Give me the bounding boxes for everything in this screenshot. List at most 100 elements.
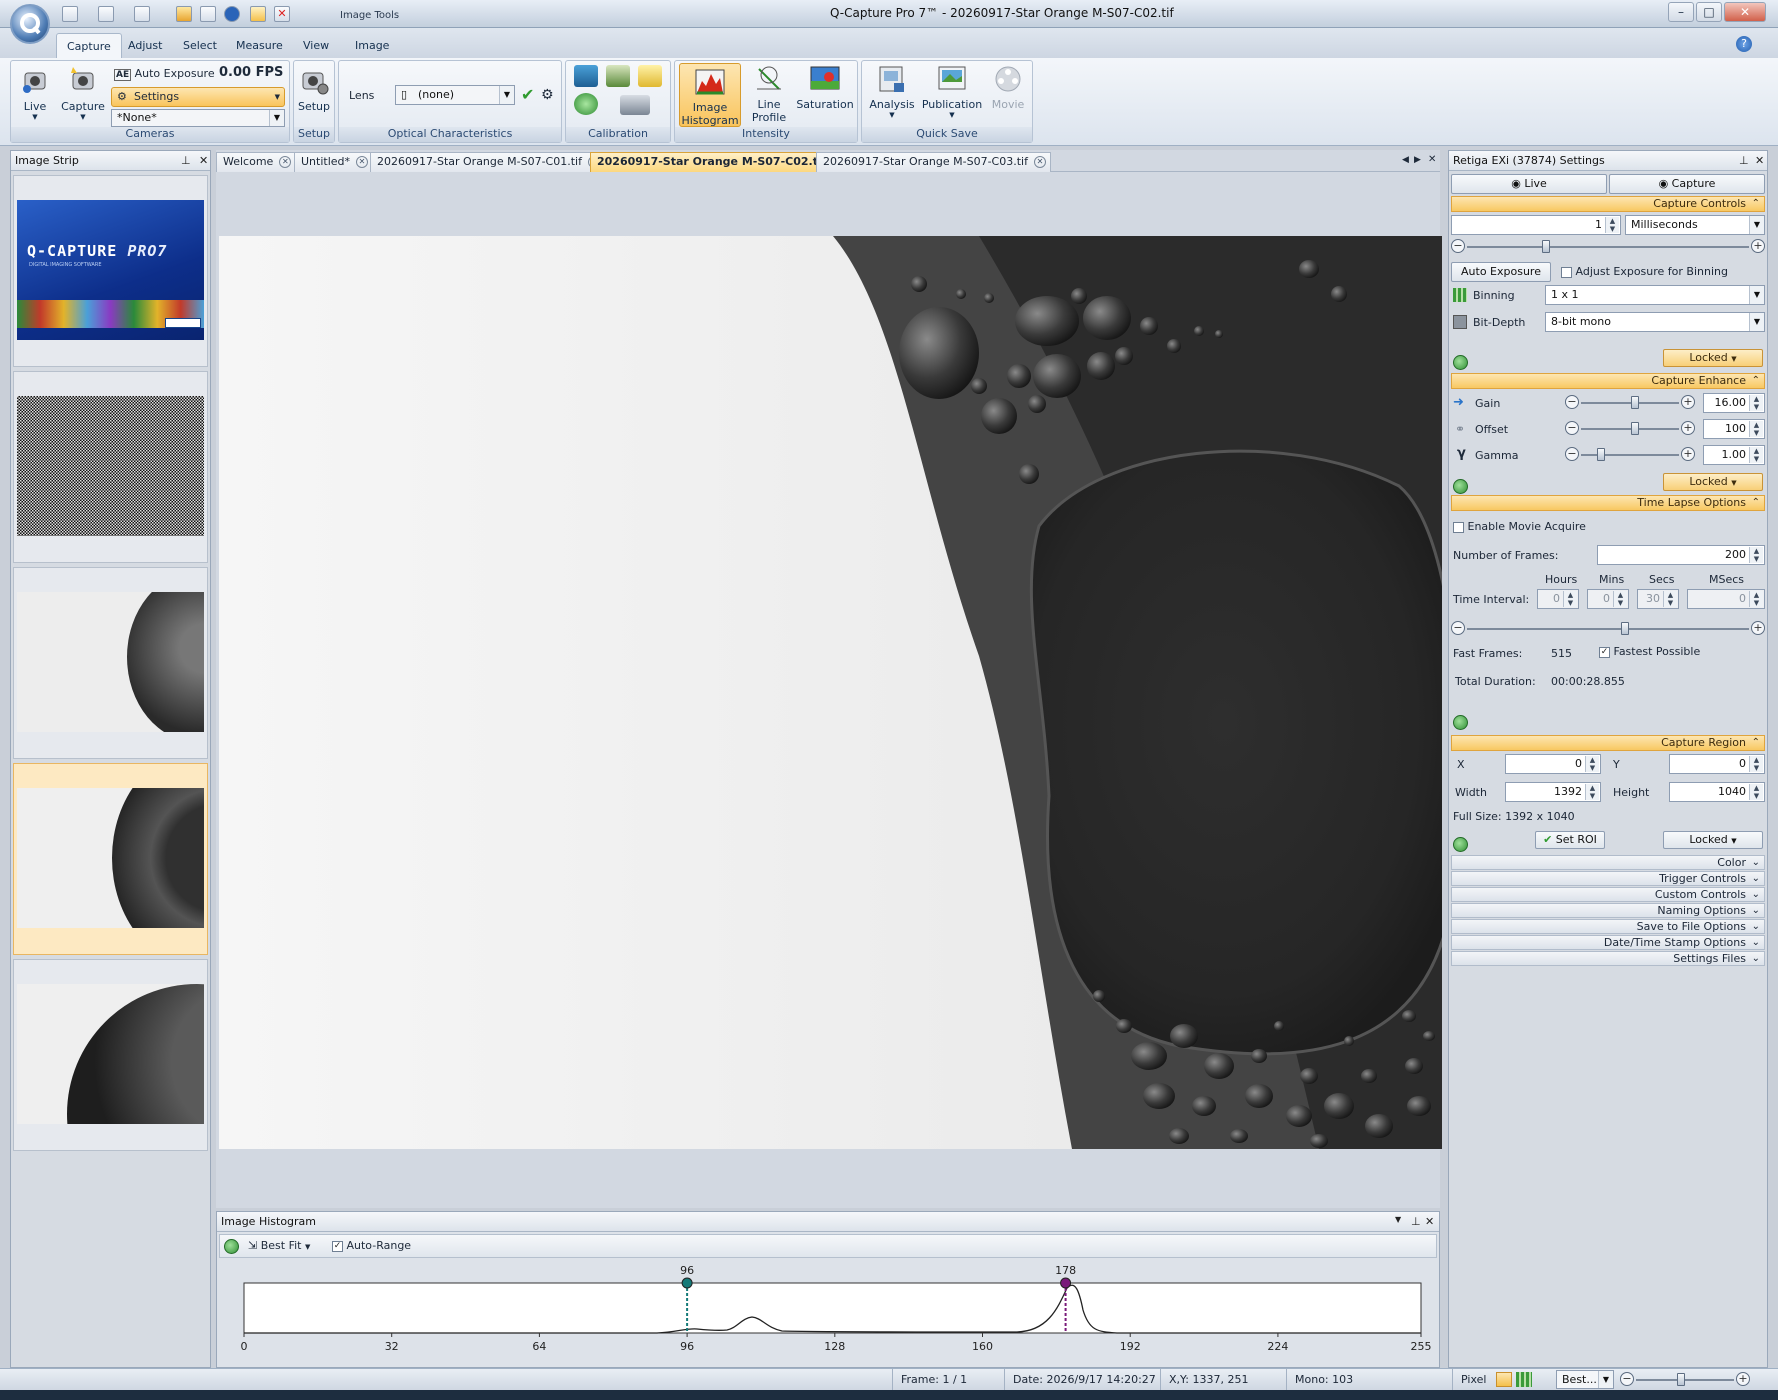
close-icon[interactable]: ✕: [356, 156, 369, 168]
minimize-button[interactable]: –: [1668, 2, 1694, 22]
histogram-low-marker-handle[interactable]: [681, 1277, 693, 1289]
gain-slider[interactable]: − +: [1565, 395, 1695, 411]
close-icon[interactable]: ✕: [199, 154, 208, 167]
settings-button[interactable]: ⚙ Settings ▼: [111, 87, 285, 107]
delete-icon[interactable]: ✕: [274, 6, 290, 22]
pointer-icon[interactable]: [250, 6, 266, 22]
help-icon[interactable]: ?: [1736, 36, 1752, 52]
fastest-option[interactable]: ✓ Fastest Possible: [1599, 645, 1700, 658]
adjust-binning-checkbox[interactable]: [1561, 266, 1572, 278]
height-input[interactable]: 1040 ▲ ▼: [1669, 782, 1765, 802]
setup-button[interactable]: Setup: [296, 65, 332, 113]
thumbnail-splash[interactable]: Q-CAPTURE PRO7 DIGITAL IMAGING SOFTWARE: [13, 175, 208, 367]
thumbnail-micrograph-2[interactable]: [13, 763, 208, 955]
publication-button[interactable]: Publication ▼: [920, 63, 984, 119]
bitdepth-dropdown[interactable]: 8-bit mono ▼: [1545, 312, 1765, 332]
binning-dropdown[interactable]: 1 x 1 ▼: [1545, 285, 1765, 305]
capture-region-header[interactable]: Capture Region ⌃: [1451, 735, 1765, 751]
tab-scroll-right-icon[interactable]: ▶: [1414, 155, 1421, 165]
enable-movie-checkbox[interactable]: [1453, 521, 1464, 533]
exposure-input[interactable]: 1 ▲ ▼: [1451, 215, 1621, 235]
ruler-icon[interactable]: [638, 65, 662, 87]
tab-measure[interactable]: Measure: [226, 33, 293, 58]
tab-adjust[interactable]: Adjust: [118, 33, 172, 58]
tab-scroll-left-icon[interactable]: ◀: [1402, 155, 1409, 165]
lens-dropdown[interactable]: ▯ (none) ▼: [395, 85, 515, 105]
camera-calibration-icon[interactable]: [620, 95, 650, 115]
gamma-slider[interactable]: − +: [1565, 447, 1695, 463]
auto-exposure-settings-button[interactable]: Auto Exposure: [1451, 262, 1551, 282]
fastest-checkbox[interactable]: ✓: [1599, 646, 1610, 658]
exposure-slider[interactable]: − +: [1451, 239, 1765, 255]
gain-input[interactable]: 16.00 ▲ ▼: [1703, 393, 1765, 413]
interval-slider[interactable]: − +: [1451, 621, 1765, 637]
doc-tab-c01[interactable]: 20260917-Star Orange M-S07-C01.tif✕: [370, 152, 605, 172]
tab-capture[interactable]: Capture: [56, 33, 122, 58]
print-icon[interactable]: [200, 6, 216, 22]
capture-mode-tab[interactable]: ◉ Capture: [1609, 174, 1765, 194]
date-time-stamp-section[interactable]: Date/Time Stamp Options ⌄: [1451, 935, 1765, 950]
custom-controls-section[interactable]: Custom Controls ⌄: [1451, 887, 1765, 902]
live-mode-tab[interactable]: ◉ Live: [1451, 174, 1607, 194]
secs-input[interactable]: 30 ▲ ▼: [1637, 589, 1679, 609]
tab-select[interactable]: Select: [173, 33, 227, 58]
thumbnail-noise[interactable]: [13, 371, 208, 563]
capture-button[interactable]: Capture ▼: [61, 65, 105, 121]
set-roi-button[interactable]: ✔ Set ROI: [1535, 831, 1605, 849]
capture-enhance-header[interactable]: Capture Enhance ⌃: [1451, 373, 1765, 389]
capture-region-locked-button[interactable]: Locked ▼: [1663, 831, 1763, 849]
refresh-icon[interactable]: [1453, 479, 1468, 494]
auto-range-toggle[interactable]: ✓ Auto-Range: [332, 1238, 411, 1254]
micrograph-image[interactable]: [219, 236, 1442, 1149]
calibrate-edit-icon[interactable]: [606, 65, 630, 87]
capture-controls-locked-button[interactable]: Locked ▼: [1663, 349, 1763, 367]
color-section[interactable]: Color ⌄: [1451, 855, 1765, 870]
dropdown-icon[interactable]: ▼: [1395, 1215, 1401, 1224]
doc-tab-c03[interactable]: 20260917-Star Orange M-S07-C03.tif ✕: [816, 152, 1051, 172]
movie-button[interactable]: Movie: [986, 63, 1030, 111]
close-icon[interactable]: ✕: [1033, 156, 1046, 168]
wand-icon[interactable]: [176, 6, 192, 22]
tab-image[interactable]: Image: [345, 33, 399, 58]
doc-tab-c02[interactable]: 20260917-Star Orange M-S07-C02.tif✕: [590, 152, 850, 172]
gamma-input[interactable]: 1.00 ▲ ▼: [1703, 445, 1765, 465]
doc-tab-untitled[interactable]: Untitled* ✕: [294, 152, 374, 172]
grid-view-icon[interactable]: [1516, 1372, 1532, 1387]
x-input[interactable]: 0 ▲ ▼: [1505, 754, 1601, 774]
contextual-tab-label[interactable]: Image Tools: [340, 10, 399, 21]
adjust-binning-option[interactable]: Adjust Exposure for Binning: [1561, 265, 1728, 278]
lens-settings-icon[interactable]: ⚙: [541, 87, 554, 103]
thumbnail-micrograph-1[interactable]: [13, 567, 208, 759]
frames-input[interactable]: 200 ▲ ▼: [1597, 545, 1765, 565]
image-view-icon[interactable]: [1496, 1372, 1512, 1387]
apply-check-icon[interactable]: ✔: [521, 85, 534, 104]
y-input[interactable]: 0 ▲ ▼: [1669, 754, 1765, 774]
msecs-input[interactable]: 0 ▲ ▼: [1687, 589, 1765, 609]
width-input[interactable]: 1392 ▲ ▼: [1505, 782, 1601, 802]
close-icon[interactable]: ✕: [1755, 154, 1764, 167]
saturation-button[interactable]: Saturation: [795, 63, 855, 111]
offset-input[interactable]: 100 ▲ ▼: [1703, 419, 1765, 439]
auto-exposure-button[interactable]: AE Auto Exposure: [114, 65, 224, 83]
time-lapse-header[interactable]: Time Lapse Options ⌃: [1451, 495, 1765, 511]
capture-controls-header[interactable]: Capture Controls ⌃: [1451, 196, 1765, 212]
settings-files-section[interactable]: Settings Files ⌄: [1451, 951, 1765, 966]
app-logo-icon[interactable]: [10, 4, 50, 44]
calibrate-refresh-icon[interactable]: [574, 93, 598, 115]
trigger-controls-section[interactable]: Trigger Controls ⌄: [1451, 871, 1765, 886]
info-icon[interactable]: [224, 6, 240, 22]
enable-movie-option[interactable]: Enable Movie Acquire: [1453, 520, 1586, 533]
capture-enhance-locked-button[interactable]: Locked ▼: [1663, 473, 1763, 491]
offset-slider[interactable]: − +: [1565, 421, 1695, 437]
auto-range-checkbox[interactable]: ✓: [332, 1240, 343, 1252]
histogram-high-marker-handle[interactable]: [1060, 1277, 1072, 1289]
line-profile-button[interactable]: Line Profile: [745, 63, 793, 124]
pin-icon[interactable]: ⊥: [181, 154, 191, 167]
zoom-dropdown[interactable]: Best... ▼: [1556, 1370, 1614, 1389]
new-icon[interactable]: [62, 6, 78, 22]
maximize-button[interactable]: □: [1696, 2, 1722, 22]
refresh-icon[interactable]: [1453, 355, 1468, 370]
refresh-icon[interactable]: [1453, 715, 1468, 730]
close-icon[interactable]: ✕: [279, 156, 292, 168]
naming-options-section[interactable]: Naming Options ⌄: [1451, 903, 1765, 918]
